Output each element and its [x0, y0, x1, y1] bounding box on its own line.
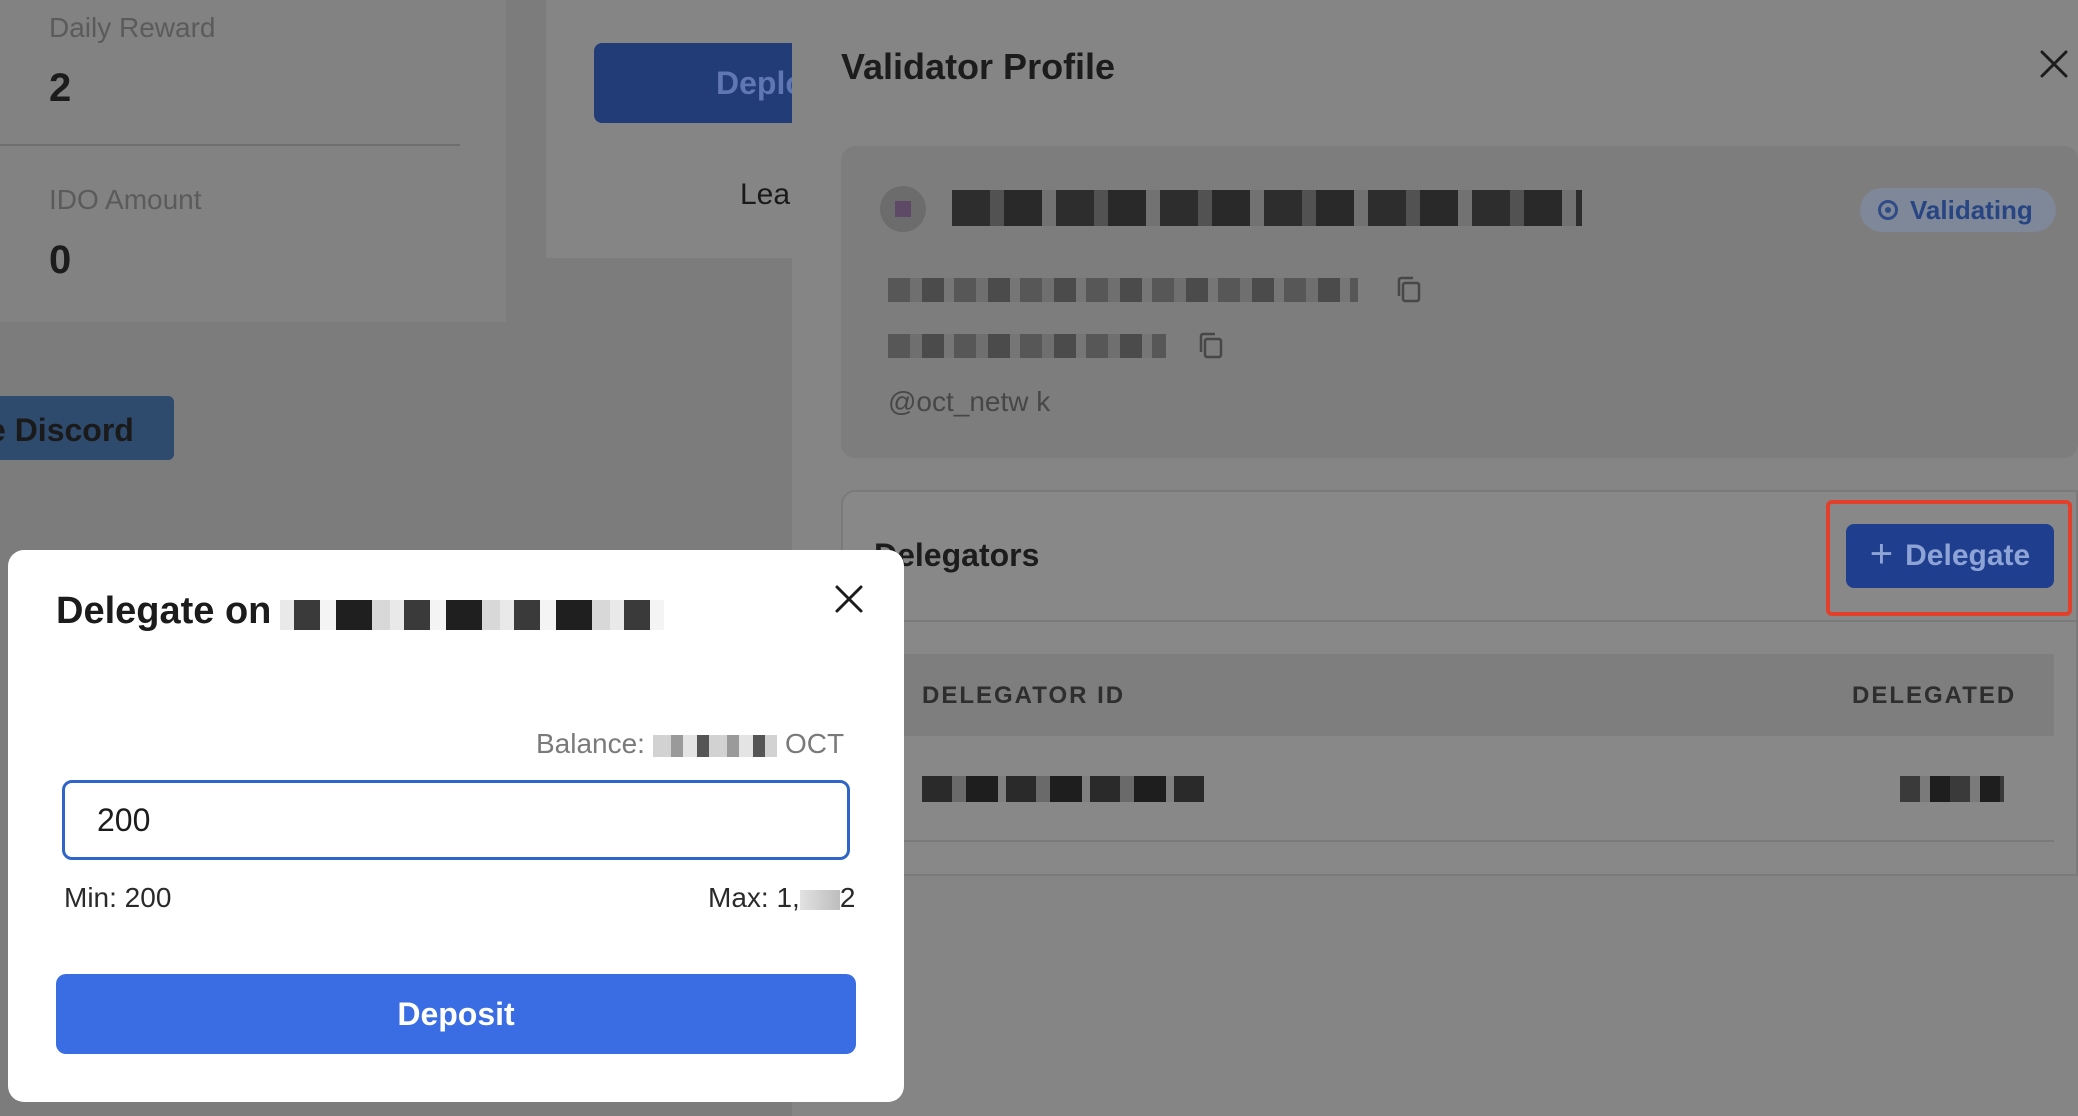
close-icon[interactable] — [2038, 48, 2070, 80]
max-amount-label: Max: 1, 2 — [708, 882, 855, 914]
daily-reward-value: 2 — [49, 66, 72, 110]
learn-more-link[interactable]: Lea — [740, 178, 790, 212]
amount-input[interactable] — [62, 780, 850, 860]
drawer-title: Validator Profile — [841, 46, 1116, 87]
ido-amount-value: 0 — [49, 238, 72, 282]
delegate-button-label: Delegate — [1905, 539, 2031, 572]
balance-unit: OCT — [784, 728, 845, 759]
balance-row: Balance: OCT — [536, 728, 844, 760]
daily-reward-label: Daily Reward — [49, 12, 216, 43]
status-badge: Validating — [1860, 188, 2056, 232]
delegator-id-redacted — [922, 776, 1204, 802]
max-amount-redacted — [799, 889, 840, 910]
stat-divider — [0, 144, 460, 146]
plus-icon: + — [1869, 532, 1894, 576]
max-amount-suffix: 2 — [839, 882, 856, 913]
deposit-button[interactable]: Deposit — [56, 974, 856, 1054]
copy-address-icon[interactable] — [1396, 276, 1422, 304]
delegated-amount-redacted — [1900, 776, 2004, 802]
validator-twitter[interactable]: @oct_netw k — [888, 386, 1050, 418]
balance-label: Balance: — [536, 728, 645, 759]
ido-amount-label: IDO Amount — [49, 184, 202, 215]
column-header-delegated: DELEGATED — [1852, 682, 2017, 709]
table-row-divider — [874, 840, 2054, 842]
modal-validator-name-redacted — [280, 600, 664, 630]
status-dot-icon — [1878, 200, 1898, 220]
delegate-button[interactable]: + Delegate — [1846, 524, 2054, 588]
validator-email-redacted — [888, 334, 1166, 358]
balance-value-redacted — [652, 734, 777, 757]
column-header-delegator-id: DELEGATOR ID — [922, 682, 1126, 709]
validator-address-redacted — [888, 278, 1358, 302]
modal-close-icon[interactable] — [834, 584, 864, 614]
min-amount-label: Min: 200 — [64, 882, 172, 913]
validator-name-redacted — [952, 190, 1582, 226]
status-label: Validating — [1910, 194, 2033, 225]
avatar-glyph — [895, 201, 911, 217]
card-divider — [843, 620, 2078, 622]
copy-email-icon[interactable] — [1198, 332, 1224, 360]
max-amount-prefix: Max: 1, — [708, 882, 800, 913]
discord-button[interactable]: e Discord — [0, 396, 174, 460]
stats-card: Daily Reward 2 IDO Amount 0 — [0, 0, 506, 322]
validator-avatar — [880, 186, 926, 232]
modal-title: Delegate on — [56, 590, 272, 632]
